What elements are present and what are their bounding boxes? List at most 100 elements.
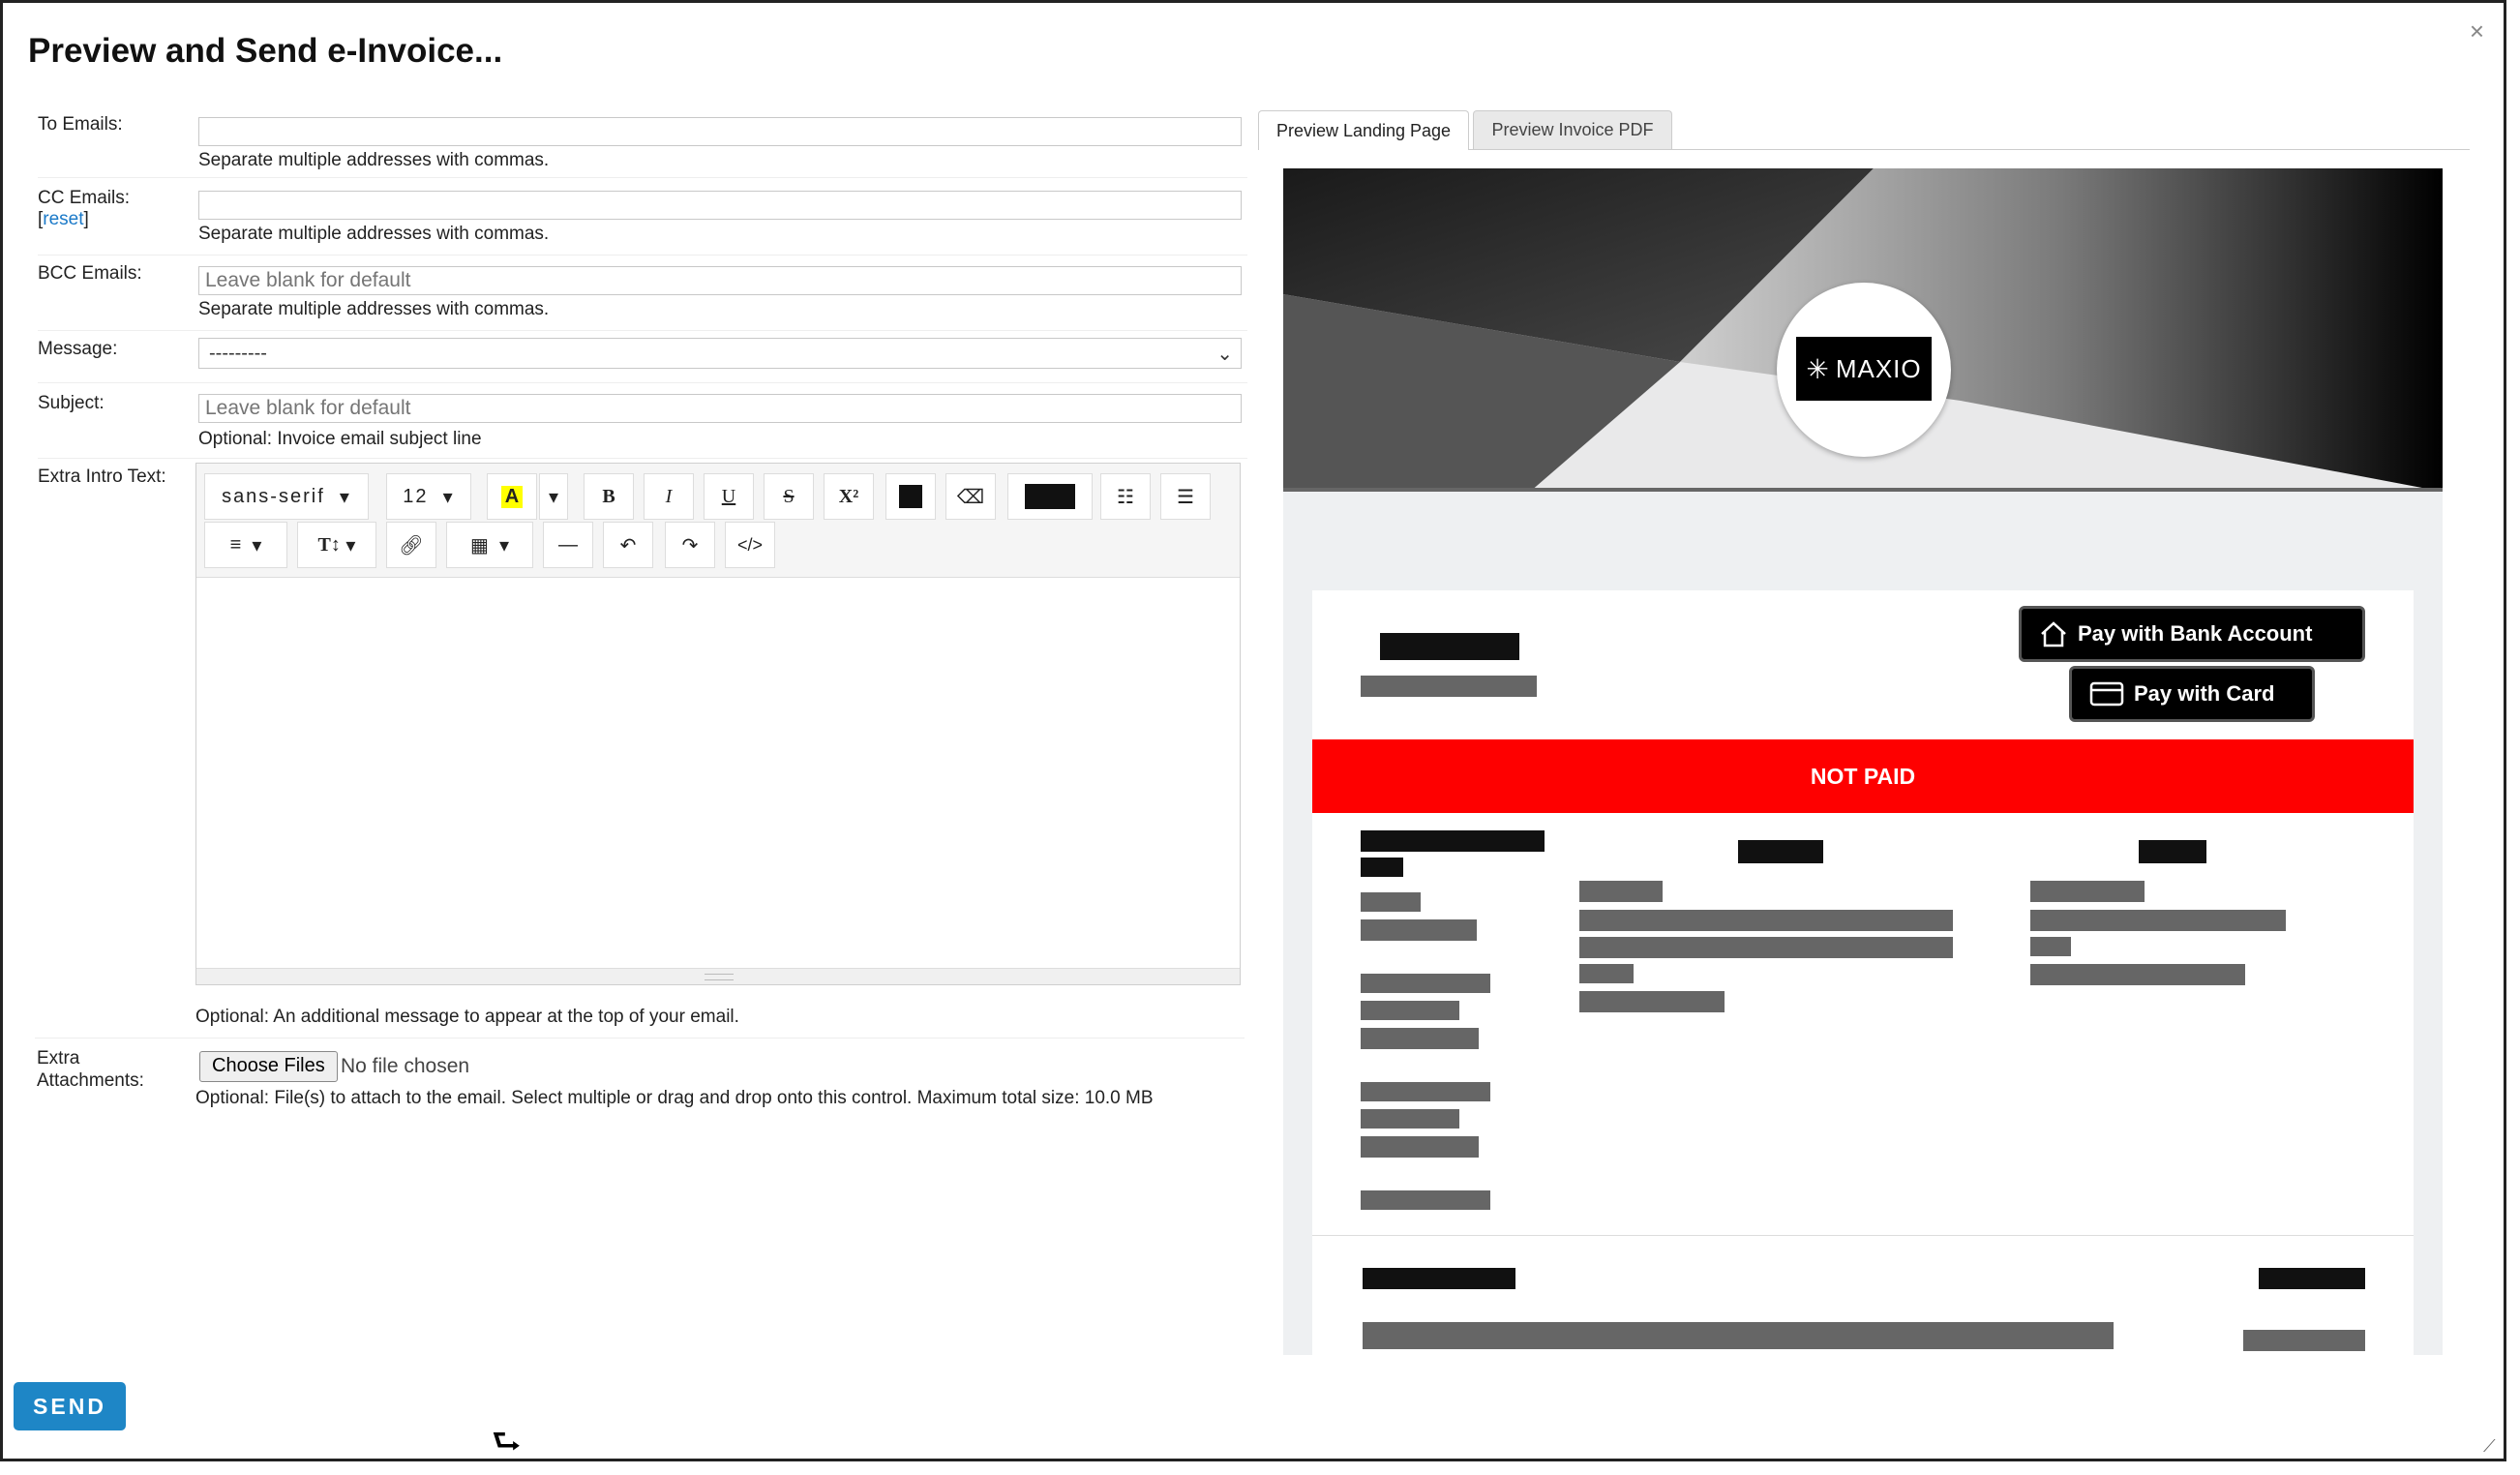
no-file-text: No file chosen — [341, 1055, 470, 1077]
message-select[interactable]: --------- ⌄ — [198, 338, 1242, 369]
redacted-block — [1363, 1268, 1515, 1289]
redacted-block — [1361, 919, 1477, 941]
tab-preview-landing-page[interactable]: Preview Landing Page — [1258, 110, 1469, 150]
intro-label: Extra Intro Text: — [38, 467, 166, 487]
to-emails-help: Separate multiple addresses with commas. — [198, 150, 550, 170]
eraser-icon: ⌫ — [956, 486, 985, 508]
intro-help: Optional: An additional message to appea… — [195, 1007, 739, 1027]
house-icon — [2041, 621, 2066, 647]
status-badge: NOT PAID — [1312, 739, 2414, 813]
redacted-block — [1363, 1322, 2114, 1349]
intro-text-editor[interactable]: sans-serif ▾ 12 ▾ A ▾ B I U S X² ⌫ ☷ ☰ ≡… — [195, 463, 1241, 985]
highlight-button[interactable]: A — [487, 473, 537, 520]
redacted-block — [1361, 676, 1537, 697]
editor-resize-handle[interactable] — [196, 968, 1240, 984]
tab-preview-invoice-pdf[interactable]: Preview Invoice PDF — [1473, 110, 1672, 149]
maxio-logo-text: MAXIO — [1835, 353, 1922, 383]
cc-emails-row: CC Emails: [reset] Separate multiple add… — [38, 185, 1247, 256]
bcc-emails-input[interactable] — [198, 266, 1242, 295]
code-view-button[interactable]: </> — [725, 522, 775, 568]
strikethrough-button[interactable]: S — [764, 473, 814, 520]
redacted-block — [2259, 1268, 2365, 1289]
asterisk-icon: ✳ — [1806, 353, 1830, 384]
underline-button[interactable]: U — [704, 473, 754, 520]
undo-icon: ↶ — [619, 534, 637, 557]
redacted-block — [2030, 910, 2286, 931]
bcc-emails-help: Separate multiple addresses with commas. — [198, 299, 550, 319]
cc-reset-wrapper: [reset] — [38, 209, 89, 229]
invoice-card: Pay with Bank Account Pay with Card NOT … — [1312, 590, 2414, 1355]
unordered-list-icon: ☰ — [1177, 486, 1194, 508]
editor-toolbar: sans-serif ▾ 12 ▾ A ▾ B I U S X² ⌫ ☷ ☰ ≡… — [196, 464, 1240, 578]
bcc-emails-row: BCC Emails: Separate multiple addresses … — [38, 262, 1247, 331]
redacted-block — [1380, 633, 1519, 660]
background-color-button[interactable] — [1007, 473, 1093, 520]
table-dropdown[interactable]: ▦ ▾ — [446, 522, 533, 568]
font-size-dropdown[interactable]: 12 ▾ — [386, 473, 471, 520]
to-emails-row: To Emails: Separate multiple addresses w… — [38, 109, 1247, 178]
redacted-block — [1579, 910, 1953, 931]
preview-tabs: Preview Landing Page Preview Invoice PDF — [1258, 110, 2470, 150]
link-button[interactable]: 🔗︎ — [386, 522, 436, 568]
ordered-list-button[interactable]: ☷ — [1100, 473, 1151, 520]
pay-with-card-button[interactable]: Pay with Card — [2069, 666, 2315, 722]
cc-emails-help: Separate multiple addresses with commas. — [198, 224, 550, 244]
align-dropdown[interactable]: ≡ ▾ — [204, 522, 287, 568]
redacted-block — [1738, 840, 1823, 863]
pay-with-card-label: Pay with Card — [2134, 681, 2275, 706]
chevron-down-icon: ⌄ — [1216, 344, 1233, 365]
resize-corner-icon[interactable]: ⟋ — [2483, 1436, 2496, 1457]
bg-color-swatch-icon — [1025, 484, 1075, 509]
to-emails-input[interactable] — [198, 117, 1242, 146]
message-select-value: --------- — [209, 343, 267, 364]
link-icon: 🔗︎ — [399, 534, 424, 557]
bold-button[interactable]: B — [584, 473, 634, 520]
pay-with-bank-label: Pay with Bank Account — [2078, 621, 2313, 646]
grip-icon — [705, 974, 734, 980]
redacted-block — [1361, 892, 1421, 912]
redacted-block — [1579, 881, 1663, 902]
redacted-block — [1361, 858, 1403, 877]
maxio-logo: ✳ MAXIO — [1796, 337, 1932, 401]
superscript-button[interactable]: X² — [824, 473, 874, 520]
credit-card-icon — [2089, 681, 2124, 707]
redacted-block — [1361, 830, 1545, 852]
text-color-button[interactable] — [885, 473, 936, 520]
redacted-block — [1579, 991, 1725, 1012]
bcc-emails-label: BCC Emails: — [38, 263, 142, 284]
subject-input[interactable] — [198, 394, 1242, 423]
text-type-icon: T↕ — [317, 533, 341, 556]
pay-with-bank-button[interactable]: Pay with Bank Account — [2019, 606, 2365, 662]
card-divider — [1312, 1235, 2414, 1236]
font-family-dropdown[interactable]: sans-serif ▾ — [204, 473, 369, 520]
horizontal-rule-button[interactable]: — — [543, 522, 593, 568]
attachments-label: Extra Attachments: — [37, 1048, 144, 1091]
unordered-list-button[interactable]: ☰ — [1160, 473, 1211, 520]
table-icon: ▦ — [469, 534, 489, 557]
highlight-icon: A — [500, 485, 524, 508]
subject-help: Optional: Invoice email subject line — [198, 429, 482, 449]
cc-emails-label: CC Emails: — [38, 188, 131, 208]
ordered-list-icon: ☷ — [1117, 486, 1134, 508]
redo-button[interactable]: ↷ — [665, 522, 715, 568]
cc-emails-input[interactable] — [198, 191, 1242, 220]
redacted-block — [1361, 1028, 1479, 1049]
redacted-block — [1361, 1136, 1479, 1158]
close-icon[interactable]: × — [2470, 16, 2484, 46]
subject-row: Subject: Optional: Invoice email subject… — [38, 392, 1247, 459]
mouse-cursor-icon: ⮑ — [492, 1424, 522, 1460]
send-button[interactable]: SEND — [14, 1382, 126, 1430]
highlight-dropdown[interactable]: ▾ — [539, 473, 568, 520]
attachments-help: Optional: File(s) to attach to the email… — [195, 1088, 1154, 1108]
italic-button[interactable]: I — [644, 473, 694, 520]
undo-button[interactable]: ↶ — [603, 522, 653, 568]
redacted-block — [2030, 937, 2071, 956]
subject-label: Subject: — [38, 393, 105, 413]
choose-files-button[interactable]: Choose Files — [199, 1051, 338, 1082]
clear-format-button[interactable]: ⌫ — [945, 473, 996, 520]
text-type-dropdown[interactable]: T↕ ▾ — [297, 522, 376, 568]
landing-page-preview: ✳ MAXIO Pay with Bank Account Pay with Ca… — [1283, 168, 2443, 1355]
cc-reset-link[interactable]: reset — [43, 209, 83, 229]
redacted-block — [2030, 964, 2245, 985]
dialog-title: Preview and Send e-Invoice... — [28, 32, 503, 70]
